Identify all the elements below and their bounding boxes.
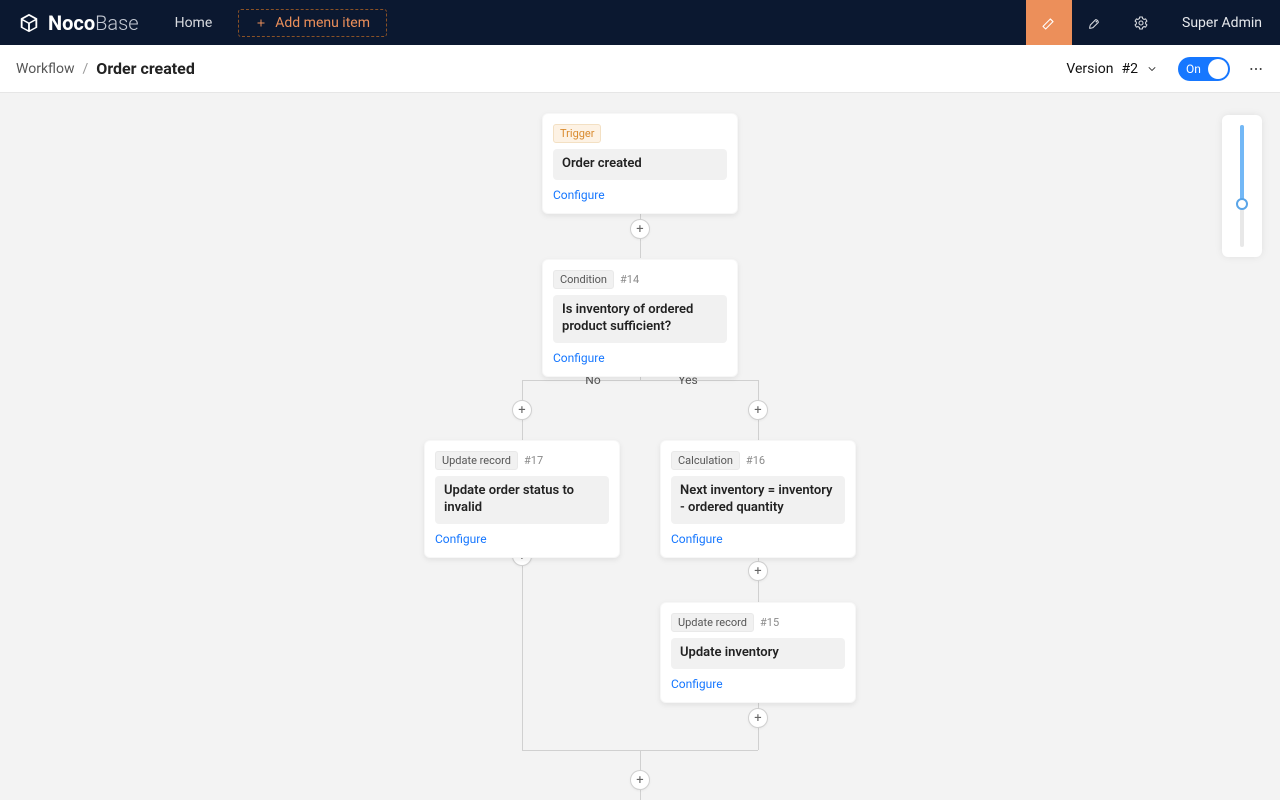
zoom-slider[interactable] — [1222, 115, 1262, 257]
zoom-handle[interactable] — [1236, 198, 1248, 210]
version-selector[interactable]: Version #2 — [1066, 61, 1158, 77]
logo-text-main: Noco — [48, 11, 95, 35]
connector — [522, 380, 758, 381]
highlighter-button[interactable] — [1026, 0, 1072, 45]
dots-horizontal-icon — [1248, 61, 1264, 77]
workflow-enabled-switch[interactable]: On — [1178, 57, 1230, 81]
node-condition[interactable]: Condition #14 Is inventory of ordered pr… — [542, 259, 738, 377]
breadcrumb-workflow[interactable]: Workflow — [16, 61, 75, 77]
node-tag: Calculation — [671, 451, 740, 470]
sub-header: Workflow / Order created Version #2 On — [0, 45, 1280, 93]
configure-link[interactable]: Configure — [553, 188, 605, 202]
breadcrumb-current: Order created — [96, 59, 195, 78]
node-title: Order created — [553, 149, 727, 180]
configure-link[interactable]: Configure — [435, 532, 487, 546]
node-title: Is inventory of ordered product sufficie… — [553, 295, 727, 343]
nav-home[interactable]: Home — [175, 15, 213, 31]
breadcrumb-separator: / — [83, 61, 89, 77]
zoom-track — [1240, 125, 1244, 247]
node-title: Update order status to invalid — [435, 476, 609, 524]
zoom-fill — [1240, 125, 1244, 204]
node-tag: Condition — [553, 270, 614, 289]
add-node-button[interactable]: + — [512, 400, 532, 420]
highlighter-icon — [1041, 15, 1057, 31]
workflow-canvas[interactable]: No Yes + + + + + + + Trigger Order creat… — [0, 93, 1280, 800]
logo[interactable]: NocoBase — [18, 11, 139, 35]
switch-label: On — [1186, 62, 1201, 76]
plus-icon — [255, 17, 267, 29]
rocket-icon — [1087, 15, 1103, 31]
add-menu-label: Add menu item — [275, 15, 370, 31]
add-node-button[interactable]: + — [748, 400, 768, 420]
configure-link[interactable]: Configure — [671, 677, 723, 691]
node-tag: Trigger — [553, 124, 601, 143]
add-node-button[interactable]: + — [630, 770, 650, 790]
plugin-button[interactable] — [1072, 0, 1118, 45]
node-tag: Update record — [671, 613, 754, 632]
node-hash: #17 — [524, 454, 543, 467]
more-actions-button[interactable] — [1248, 61, 1264, 77]
add-node-button[interactable]: + — [630, 219, 650, 239]
switch-knob — [1208, 59, 1228, 79]
add-node-button[interactable]: + — [748, 561, 768, 581]
cube-icon — [18, 12, 40, 34]
gear-icon — [1133, 15, 1149, 31]
node-update-inventory[interactable]: Update record #15 Update inventory Confi… — [660, 602, 856, 703]
node-title: Next inventory = inventory - ordered qua… — [671, 476, 845, 524]
version-label: Version — [1066, 61, 1113, 77]
node-update-invalid[interactable]: Update record #17 Update order status to… — [424, 440, 620, 558]
user-menu[interactable]: Super Admin — [1164, 15, 1280, 31]
configure-link[interactable]: Configure — [671, 532, 723, 546]
add-menu-item-button[interactable]: Add menu item — [238, 9, 387, 37]
node-calculation[interactable]: Calculation #16 Next inventory = invento… — [660, 440, 856, 558]
configure-link[interactable]: Configure — [553, 351, 605, 365]
node-hash: #15 — [760, 616, 779, 629]
node-trigger[interactable]: Trigger Order created Configure — [542, 113, 738, 214]
node-title: Update inventory — [671, 638, 845, 669]
chevron-down-icon — [1146, 63, 1158, 75]
node-hash: #16 — [746, 454, 765, 467]
version-number: #2 — [1122, 61, 1139, 77]
node-tag: Update record — [435, 451, 518, 470]
add-node-button[interactable]: + — [748, 708, 768, 728]
settings-button[interactable] — [1118, 0, 1164, 45]
node-hash: #14 — [620, 273, 639, 286]
logo-text-thin: Base — [95, 11, 138, 35]
topbar: NocoBase Home Add menu item Super Admin — [0, 0, 1280, 45]
